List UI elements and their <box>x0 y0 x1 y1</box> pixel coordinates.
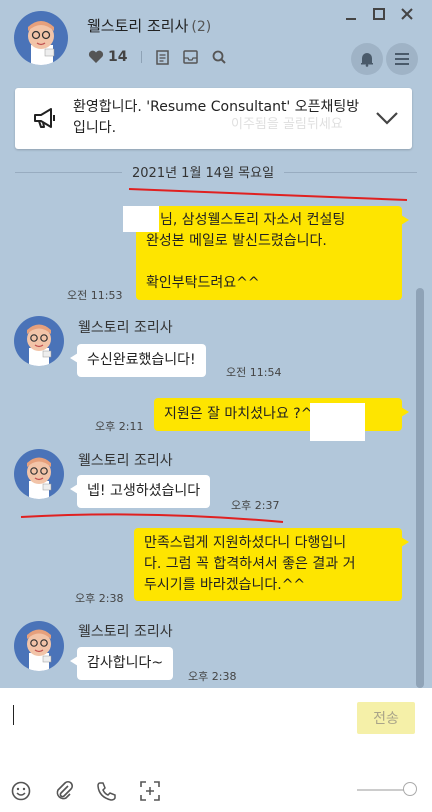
header-toolbar: 14 <box>88 49 227 65</box>
red-underline-annotation <box>20 513 284 523</box>
sender-name: 웰스토리 조리사 <box>78 453 173 469</box>
message-bubble-received[interactable]: 수신완료했습니다! <box>70 344 206 377</box>
message-time: 오후 2:11 <box>95 420 144 433</box>
sender-avatar[interactable] <box>14 621 64 671</box>
close-icon[interactable] <box>400 6 414 20</box>
room-avatar[interactable] <box>14 11 68 65</box>
heart-count: 14 <box>108 49 128 65</box>
heart-icon <box>88 50 104 63</box>
sender-name: 웰스토리 조리사 <box>78 320 173 336</box>
emoji-icon[interactable] <box>10 780 32 802</box>
minimize-icon[interactable] <box>344 6 358 20</box>
message-line: 다. 그럼 꼭 합격하셔서 좋은 결과 거 <box>144 556 356 572</box>
divider <box>141 51 143 63</box>
notice-ghost-text: 이주됨을 골림뒤세요 <box>231 117 343 132</box>
sender-name: 웰스토리 조리사 <box>78 624 173 640</box>
room-name: 웰스토리 조리사 <box>87 17 189 35</box>
message-line: 완성본 메일로 발신드렸습니다. <box>146 233 327 249</box>
member-count: (2) <box>191 19 212 35</box>
chat-scrollbar[interactable] <box>416 288 424 688</box>
notice-banner[interactable]: 환영합니다. 'Resume Consultant' 오픈채팅방입니다. <box>15 88 412 149</box>
message-line <box>146 252 392 273</box>
notes-button[interactable] <box>156 49 170 65</box>
redaction-box <box>310 403 365 441</box>
menu-button[interactable] <box>386 43 418 75</box>
attach-icon[interactable] <box>53 780 75 802</box>
chat-header: 웰스토리 조리사 (2) 14 <box>0 0 432 80</box>
date-divider: 2021년 1월 14일 목요일 <box>122 162 285 181</box>
red-underline-annotation <box>128 188 408 201</box>
message-line: 만족스럽게 지원하셨다니 다행입니 <box>144 535 347 551</box>
message-bubble-received[interactable]: 넵! 고생하셨습니다 <box>69 475 211 508</box>
message-line: 두시기를 바라겠습니다.^^ <box>144 577 306 593</box>
message-line: 확인부탁드려요^^ <box>146 275 260 291</box>
opacity-slider-handle[interactable] <box>403 782 417 796</box>
message-bubble-sent[interactable]: 님, 삼성웰스토리 자소서 컨설팅 완성본 메일로 발신드렸습니다. 확인부탁드… <box>136 206 409 300</box>
message-bubble-sent[interactable]: 만족스럽게 지원하셨다니 다행입니 다. 그럼 꼭 합격하셔서 좋은 결과 거 … <box>134 528 409 601</box>
window-controls <box>344 6 414 20</box>
bell-icon <box>361 53 373 67</box>
message-time: 오전 11:54 <box>226 366 282 379</box>
message-time: 오전 11:53 <box>67 289 123 302</box>
inbox-icon <box>183 50 199 64</box>
chevron-down-icon[interactable] <box>375 110 399 126</box>
redaction-box <box>123 206 159 232</box>
room-title: 웰스토리 조리사 (2) <box>87 15 211 36</box>
message-line: 님, 삼성웰스토리 자소서 컨설팅 <box>160 212 346 228</box>
menu-icon <box>395 53 409 65</box>
notification-button[interactable] <box>351 43 383 75</box>
phone-icon[interactable] <box>95 780 117 802</box>
capture-icon[interactable] <box>139 780 161 802</box>
opacity-slider-track[interactable] <box>357 789 407 791</box>
message-time: 오후 2:38 <box>188 670 237 683</box>
notes-icon <box>156 49 170 65</box>
message-time: 오후 2:38 <box>75 592 124 605</box>
megaphone-icon <box>34 108 55 128</box>
text-caret <box>13 705 14 725</box>
heart-button[interactable]: 14 <box>88 49 127 65</box>
inbox-button[interactable] <box>183 50 199 64</box>
send-button[interactable]: 전송 <box>357 702 415 734</box>
message-bubble-received[interactable]: 감사합니다~ <box>69 647 174 680</box>
search-button[interactable] <box>212 50 227 64</box>
sender-avatar[interactable] <box>14 449 64 499</box>
maximize-icon[interactable] <box>372 6 386 20</box>
search-icon <box>213 50 227 64</box>
sender-avatar[interactable] <box>14 316 64 366</box>
